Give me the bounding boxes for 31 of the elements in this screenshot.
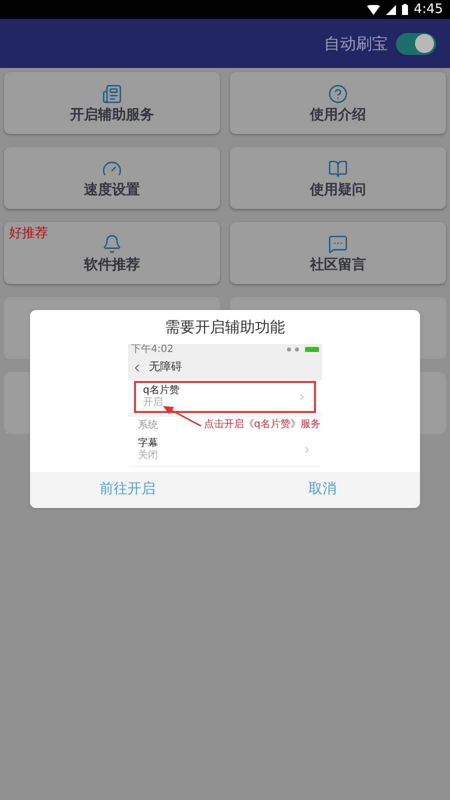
recommend-label: 好推荐 — [9, 227, 48, 240]
newspaper-icon — [102, 84, 122, 104]
status-icons — [285, 347, 319, 352]
toggle-label: 自动刷宝 — [324, 32, 388, 54]
menu-tile[interactable]: 好推荐 软件推荐 — [4, 222, 220, 284]
row-title: q名片赞 — [143, 386, 180, 396]
chat-icon — [328, 234, 348, 254]
menu-tile[interactable]: 开启辅助服务 — [4, 72, 220, 134]
menu-tile[interactable]: 使用介绍 — [230, 72, 446, 134]
book-icon — [328, 159, 348, 179]
bell-icon — [102, 234, 122, 254]
pointer-arrow — [163, 406, 203, 428]
annotation-text: 点击开启《q名片赞》服务 — [204, 418, 320, 432]
row-status: 开启 — [143, 398, 164, 408]
clock: 4:45 — [414, 0, 443, 19]
dialog-title: 需要开启辅助功能 — [164, 317, 286, 338]
row-status: 关闭 — [138, 451, 158, 461]
battery-icon — [402, 4, 408, 15]
wifi-icon — [366, 4, 380, 14]
menu-tile[interactable]: 使用疑问 — [230, 147, 446, 209]
dialog-button[interactable]: 前往开启 — [30, 472, 225, 508]
menu-tile[interactable]: 速度设置 — [4, 147, 220, 209]
screenshot-title: 无障碍 — [149, 359, 182, 376]
screenshot-time: 下午4:02 — [131, 344, 174, 354]
row-title: 字幕 — [138, 439, 158, 449]
dialog-button[interactable]: 取消 — [225, 472, 420, 508]
signal-icon — [386, 4, 396, 14]
auto-toggle[interactable] — [396, 32, 436, 54]
help-icon — [328, 84, 348, 104]
menu-tile[interactable]: 社区留言 — [230, 222, 446, 284]
section-label: 系统 — [138, 418, 158, 433]
